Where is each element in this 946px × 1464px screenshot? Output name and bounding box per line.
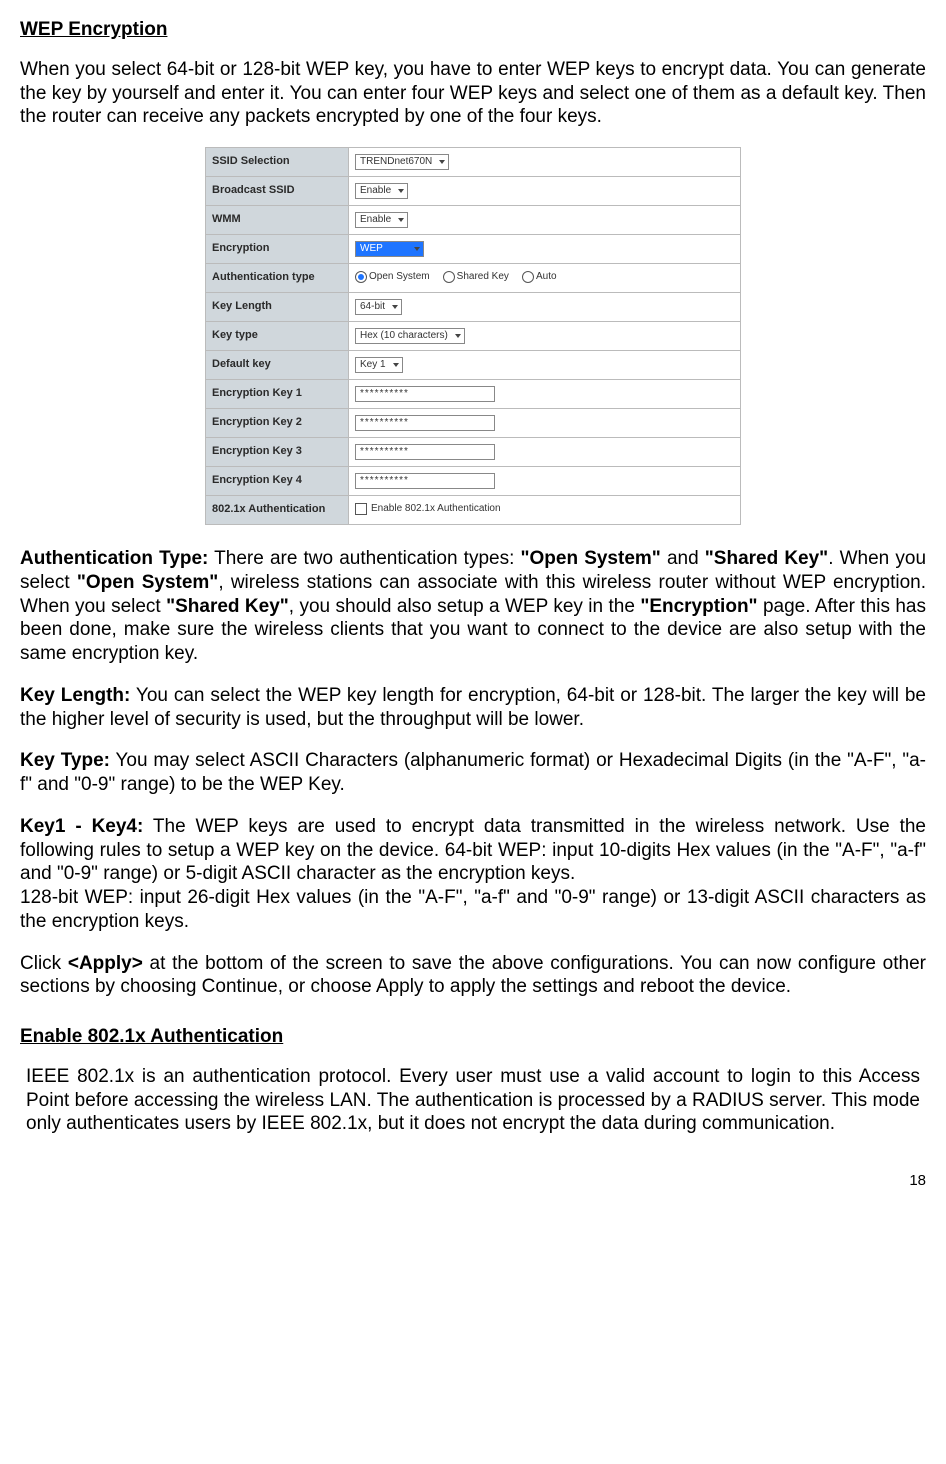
row-value: WEP [349,235,741,264]
row-value: 64-bit [349,293,741,322]
section-title-8021x: Enable 802.1x Authentication [20,1025,926,1049]
radio-shared-key[interactable] [443,271,455,283]
table-row: Key type Hex (10 characters) [206,322,741,351]
table-row: WMM Enable [206,206,741,235]
para-auth-type: Authentication Type: There are two authe… [20,547,926,666]
ssid-select[interactable]: TRENDnet670N [355,154,449,170]
row-label: 802.1x Authentication [206,496,349,525]
row-label: Encryption Key 3 [206,438,349,467]
table-row: SSID Selection TRENDnet670N [206,148,741,177]
table-row: Encryption Key 4 ********** [206,467,741,496]
label-key-length: Key Length: [20,685,130,706]
table-row: Default key Key 1 [206,351,741,380]
para-apply: Click <Apply> at the bottom of the scree… [20,952,926,1000]
intro-paragraph: When you select 64-bit or 128-bit WEP ke… [20,58,926,129]
table-row: Authentication type Open System Shared K… [206,264,741,293]
defaultkey-select[interactable]: Key 1 [355,357,403,373]
row-value: ********** [349,438,741,467]
label-auth-type: Authentication Type: [20,548,208,569]
radio-auto[interactable] [522,271,534,283]
row-label: Encryption Key 1 [206,380,349,409]
table-row: Key Length 64-bit [206,293,741,322]
label-key14: Key1 - Key4: [20,816,143,837]
row-label: Key Length [206,293,349,322]
encryption-select[interactable]: WEP [355,241,424,257]
table-row: Encryption Key 2 ********** [206,409,741,438]
enckey4-input[interactable]: ********** [355,473,495,489]
row-value: Enable 802.1x Authentication [349,496,741,525]
keytype-select[interactable]: Hex (10 characters) [355,328,465,344]
table-row: 802.1x Authentication Enable 802.1x Auth… [206,496,741,525]
section-title-wep: WEP Encryption [20,18,926,42]
enckey2-input[interactable]: ********** [355,415,495,431]
radio-label: Auto [536,271,557,282]
row-label: Encryption [206,235,349,264]
table-row: Encryption Key 3 ********** [206,438,741,467]
para-key128: 128-bit WEP: input 26-digit Hex values (… [20,886,926,934]
row-value: Key 1 [349,351,741,380]
row-value: TRENDnet670N [349,148,741,177]
row-label: Key type [206,322,349,351]
table-row: Encryption WEP [206,235,741,264]
row-value: Open System Shared Key Auto [349,264,741,293]
row-label: Encryption Key 2 [206,409,349,438]
keylength-select[interactable]: 64-bit [355,299,402,315]
radio-label: Open System [369,271,430,282]
row-value: ********** [349,467,741,496]
broadcast-select[interactable]: Enable [355,183,408,199]
radio-label: Shared Key [457,271,509,282]
row-value: Enable [349,206,741,235]
config-table: SSID Selection TRENDnet670N Broadcast SS… [205,147,741,525]
table-row: Encryption Key 1 ********** [206,380,741,409]
para-key-length: Key Length: You can select the WEP key l… [20,684,926,732]
checkbox-label: Enable 802.1x Authentication [371,503,501,514]
radio-open-system[interactable] [355,271,367,283]
enckey3-input[interactable]: ********** [355,444,495,460]
config-table-wrap: SSID Selection TRENDnet670N Broadcast SS… [20,147,926,525]
para-key14: Key1 - Key4: The WEP keys are used to en… [20,815,926,886]
page-number: 18 [20,1172,926,1191]
table-row: Broadcast SSID Enable [206,177,741,206]
row-label: Broadcast SSID [206,177,349,206]
enable-8021x-checkbox[interactable] [355,503,367,515]
label-key-type: Key Type: [20,750,110,771]
row-label: Authentication type [206,264,349,293]
wmm-select[interactable]: Enable [355,212,408,228]
row-label: Encryption Key 4 [206,467,349,496]
row-label: Default key [206,351,349,380]
enckey1-input[interactable]: ********** [355,386,495,402]
row-label: SSID Selection [206,148,349,177]
para-ieee: IEEE 802.1x is an authentication protoco… [20,1065,926,1136]
row-value: Enable [349,177,741,206]
row-label: WMM [206,206,349,235]
para-key-type: Key Type: You may select ASCII Character… [20,749,926,797]
row-value: Hex (10 characters) [349,322,741,351]
row-value: ********** [349,409,741,438]
row-value: ********** [349,380,741,409]
